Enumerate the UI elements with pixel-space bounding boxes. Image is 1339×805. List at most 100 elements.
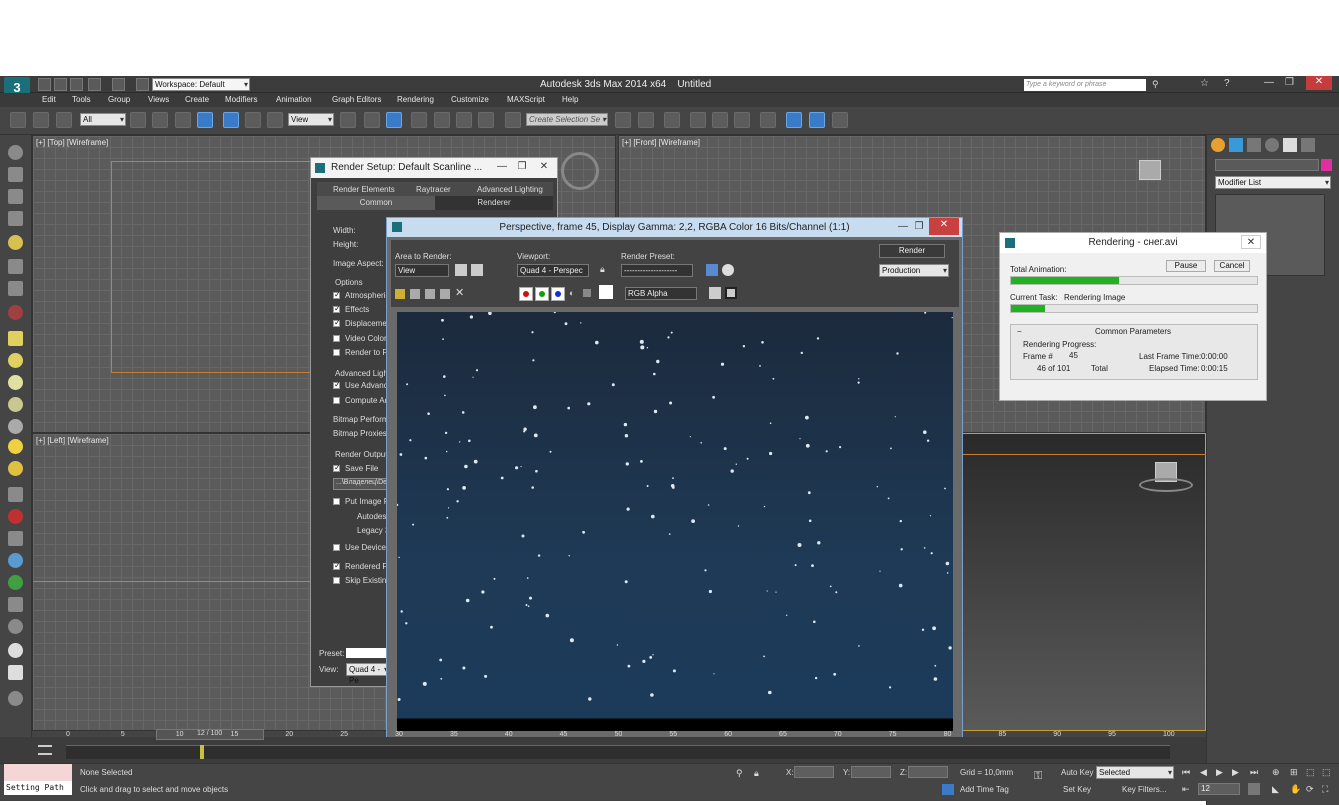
teapot-icon[interactable] [8, 145, 23, 160]
select-manipulate-icon[interactable] [364, 112, 380, 128]
edit-named-selection-icon[interactable] [505, 112, 521, 128]
viewcube[interactable] [1139, 160, 1161, 180]
project-icon[interactable] [136, 78, 149, 91]
tab-raytracer[interactable]: Raytracer [416, 185, 451, 194]
viewcube-ring-persp[interactable] [1139, 478, 1193, 492]
object-color-swatch[interactable] [1321, 159, 1332, 171]
copy-image-icon[interactable] [410, 289, 420, 299]
snaps-toggle-icon[interactable] [411, 112, 427, 128]
isolate-icon[interactable]: ⚲ [736, 768, 743, 779]
pan-icon[interactable]: ✋ [1290, 784, 1301, 795]
fov-icon[interactable]: ◣ [1272, 784, 1279, 795]
layout-icon[interactable] [8, 665, 23, 680]
pivot-icon[interactable] [340, 112, 356, 128]
binoculars-icon[interactable]: ⚲ [1152, 79, 1159, 90]
minimize-button[interactable]: — [1264, 77, 1274, 88]
teapot-primitive-icon[interactable] [8, 397, 23, 412]
tab-advanced-lighting[interactable]: Advanced Lighting [477, 185, 543, 194]
viewcube-ring[interactable] [561, 152, 599, 190]
link-icon[interactable] [10, 112, 26, 128]
save-file-checkbox[interactable] [333, 463, 341, 472]
named-selection-select[interactable]: Create Selection Se [526, 113, 608, 126]
play-icon[interactable]: ▶ [1216, 767, 1223, 778]
red-channel-button[interactable] [519, 287, 533, 301]
auto-region-icon[interactable] [471, 264, 483, 276]
material-editor-icon[interactable] [760, 112, 776, 128]
add-time-tag[interactable]: Add Time Tag [960, 785, 1009, 794]
clone-window-icon[interactable] [425, 289, 435, 299]
paint-icon[interactable] [8, 509, 23, 524]
maximize-button[interactable]: ❐ [1285, 77, 1294, 88]
x-field[interactable] [794, 766, 834, 778]
select-by-name-icon[interactable] [152, 112, 168, 128]
rendered-image[interactable] [397, 312, 953, 731]
key-mode-icon[interactable]: ⇤ [1182, 784, 1190, 795]
frame-close[interactable]: ✕ [929, 218, 959, 235]
menu-create[interactable]: Create [185, 95, 209, 104]
save-icon[interactable] [70, 78, 83, 91]
search-input[interactable]: Type a keyword or phrase [1024, 79, 1146, 91]
menu-help[interactable]: Help [562, 95, 578, 104]
unlink-icon[interactable] [33, 112, 49, 128]
environment-icon[interactable] [722, 264, 734, 276]
sphere-yellow-icon[interactable] [8, 461, 23, 476]
gear-icon[interactable] [8, 553, 23, 568]
menu-customize[interactable]: Customize [451, 95, 489, 104]
toggle-overlay-icon[interactable] [725, 287, 737, 299]
workspace-select[interactable]: Workspace: Default [152, 78, 250, 91]
zoom-all-icon[interactable]: ⊞ [1290, 767, 1298, 778]
move-icon[interactable] [223, 112, 239, 128]
legacy-label[interactable]: Legacy 3 [357, 526, 389, 535]
wrench-icon[interactable] [8, 619, 23, 634]
file-path-field[interactable]: ...\Владелец\De [333, 478, 387, 490]
time-tag-icon[interactable] [942, 784, 954, 795]
edit-region-icon[interactable] [455, 264, 467, 276]
compute-advanced-checkbox[interactable] [333, 397, 340, 404]
menu-tools[interactable]: Tools [72, 95, 91, 104]
redo-icon[interactable] [112, 78, 125, 91]
angle-snap-icon[interactable] [434, 112, 450, 128]
close-button[interactable]: ✕ [1306, 76, 1332, 90]
timeline-track[interactable] [66, 745, 1170, 759]
set-key-label[interactable]: Set Key [1063, 785, 1091, 794]
render-setup-button-icon[interactable] [706, 264, 718, 276]
key-filters-button[interactable]: Key Filters... [1122, 785, 1166, 794]
graphite-icon[interactable] [690, 112, 706, 128]
time-config-icon[interactable] [1248, 783, 1260, 795]
save-image-icon[interactable] [395, 289, 405, 299]
render-setup-maximize[interactable]: ❐ [511, 160, 533, 174]
next-frame-icon[interactable]: ▶ [1232, 767, 1239, 778]
spinner-snap-icon[interactable] [478, 112, 494, 128]
y-field[interactable] [851, 766, 891, 778]
ik-icon[interactable] [8, 597, 23, 612]
character-icon[interactable] [8, 531, 23, 546]
render-setup-close[interactable]: ✕ [533, 160, 555, 174]
timeline-menu-icon[interactable] [38, 745, 52, 755]
curve-editor-icon[interactable] [712, 112, 728, 128]
torus-icon[interactable] [8, 375, 23, 390]
menu-graph-editors[interactable]: Graph Editors [332, 95, 381, 104]
create-tab-icon[interactable] [1211, 138, 1225, 152]
current-frame-field[interactable]: 12 [1198, 783, 1240, 795]
mirror-icon[interactable] [615, 112, 631, 128]
lock-icon[interactable]: 🔒︎ [600, 264, 605, 275]
menu-edit[interactable]: Edit [42, 95, 56, 104]
zoom-icon[interactable]: ⊕ [1272, 767, 1280, 778]
reference-coord-select[interactable]: View [288, 113, 334, 126]
go-start-icon[interactable]: ⏮ [1182, 767, 1190, 778]
maxscript-listener[interactable]: Setting Path [4, 781, 72, 795]
sun-icon[interactable] [8, 439, 23, 454]
toggle-ui-icon[interactable] [709, 287, 721, 299]
menu-group[interactable]: Group [108, 95, 130, 104]
tab-renderer[interactable]: Renderer [435, 196, 553, 210]
rendered-frame-window-icon[interactable] [809, 112, 825, 128]
rotate-icon[interactable] [245, 112, 261, 128]
zoom-extents-icon[interactable]: ⬚ [1306, 767, 1315, 778]
modifier-list-select[interactable]: Modifier List [1215, 176, 1331, 189]
viewport-top-label[interactable]: [+] [Top] [Wireframe] [36, 138, 108, 147]
orbit-icon[interactable]: ⟳ [1306, 784, 1314, 795]
put-image-checkbox[interactable] [333, 498, 340, 505]
utilities-tab-icon[interactable] [1301, 138, 1315, 152]
render-button[interactable]: Render [879, 244, 945, 258]
selection-lock-icon[interactable]: 🔒︎ [754, 768, 759, 779]
